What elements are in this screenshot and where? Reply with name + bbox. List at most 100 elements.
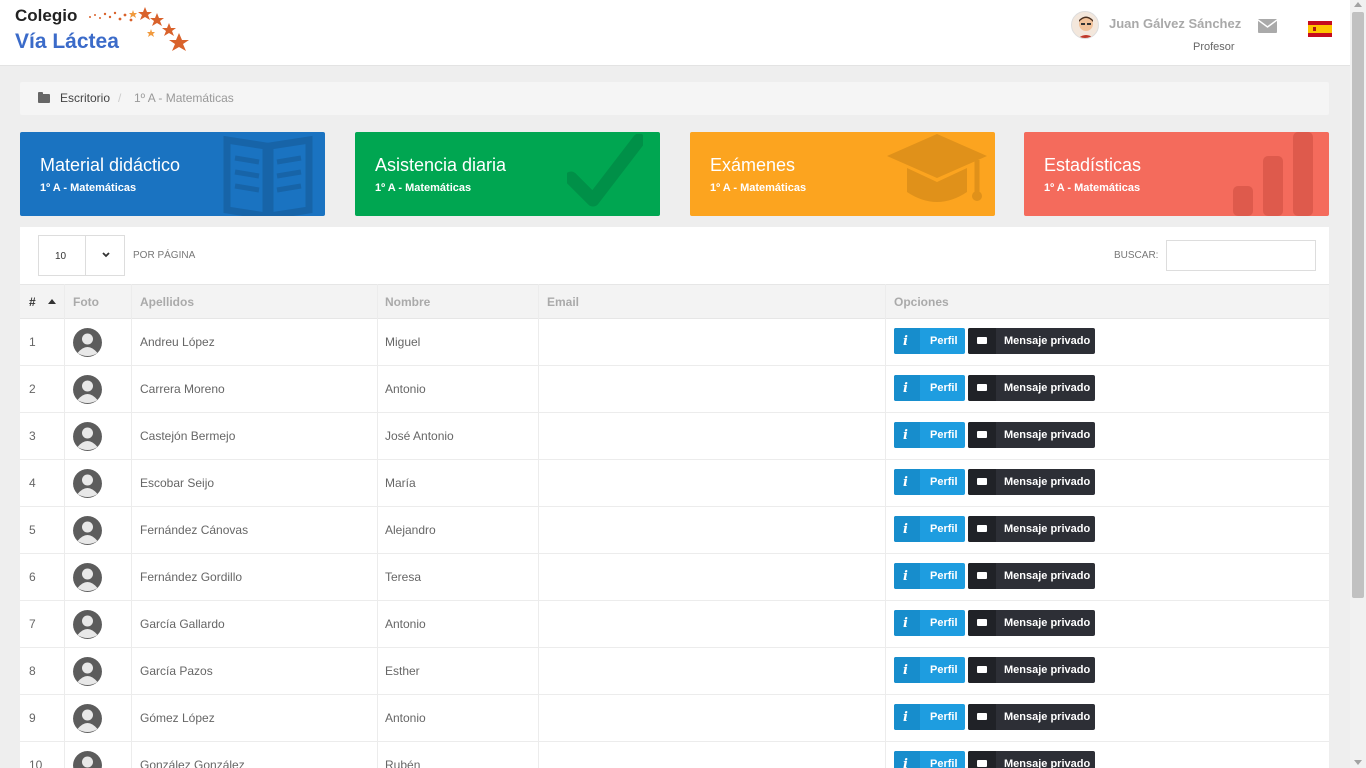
- student-apellidos: García Gallardo: [140, 617, 225, 631]
- column-header-apellidos[interactable]: Apellidos: [140, 285, 194, 318]
- table-row: 7 García Gallardo Antonio i Perfil Mensaje pr…: [20, 601, 1329, 648]
- user-name[interactable]: Juan Gálvez Sánchez: [1109, 16, 1241, 31]
- student-apellidos: Fernández Cánovas: [140, 523, 249, 537]
- profile-button[interactable]: i Perfil: [894, 422, 965, 448]
- row-number: 10: [29, 758, 43, 768]
- chevron-down-icon: [102, 252, 110, 258]
- profile-button-label: Perfil: [930, 758, 958, 768]
- envelope-icon: [968, 657, 996, 683]
- user-avatar[interactable]: [1071, 11, 1099, 39]
- row-number: 3: [29, 429, 36, 443]
- school-logo[interactable]: Colegio Vía Láctea: [15, 5, 195, 57]
- row-number: 4: [29, 476, 36, 490]
- student-apellidos: Gómez López: [140, 711, 215, 725]
- page-size-value: 10: [55, 251, 67, 262]
- private-message-label: Mensaje privado: [1004, 711, 1091, 723]
- scrollbar-thumb[interactable]: [1352, 12, 1364, 598]
- envelope-icon: [968, 704, 996, 730]
- student-nombre: Teresa: [385, 570, 422, 584]
- column-header-nombre[interactable]: Nombre: [385, 285, 430, 318]
- logo-line-1: Colegio: [15, 6, 78, 25]
- student-nombre: María: [385, 476, 416, 490]
- private-message-label: Mensaje privado: [1004, 429, 1091, 441]
- table-row: 9 Gómez López Antonio i Perfil Mensaje privad…: [20, 695, 1329, 742]
- breadcrumb-separator: /: [118, 91, 122, 105]
- page-scrollbar[interactable]: [1350, 0, 1366, 768]
- search-input[interactable]: [1166, 240, 1316, 271]
- student-avatar: [73, 375, 102, 404]
- private-message-button[interactable]: Mensaje privado: [968, 610, 1095, 636]
- stars-icon: [89, 7, 189, 51]
- info-icon: i: [894, 375, 920, 401]
- sort-up-icon[interactable]: [48, 299, 56, 304]
- profile-button[interactable]: i Perfil: [894, 516, 965, 542]
- student-avatar: [73, 610, 102, 639]
- scroll-down-arrow[interactable]: [1354, 760, 1362, 765]
- info-icon: i: [894, 469, 920, 495]
- student-avatar: [73, 328, 102, 357]
- profile-button[interactable]: i Perfil: [894, 328, 965, 354]
- table-row: 2 Carrera Moreno Antonio i Perfil Mensaje pri…: [20, 366, 1329, 413]
- profile-button[interactable]: i Perfil: [894, 657, 965, 683]
- envelope-icon: [968, 422, 996, 448]
- student-avatar: [73, 657, 102, 686]
- scroll-up-arrow[interactable]: [1354, 2, 1362, 7]
- column-header-opciones: Opciones: [894, 295, 949, 309]
- tile-title: Exámenes: [710, 155, 796, 175]
- row-number: 7: [29, 617, 36, 631]
- breadcrumb-current: 1º A - Matemáticas: [134, 91, 234, 105]
- envelope-icon: [968, 751, 996, 768]
- private-message-button[interactable]: Mensaje privado: [968, 375, 1095, 401]
- student-nombre: Alejandro: [385, 523, 436, 537]
- private-message-button[interactable]: Mensaje privado: [968, 751, 1095, 768]
- envelope-icon: [968, 375, 996, 401]
- private-message-button[interactable]: Mensaje privado: [968, 328, 1095, 354]
- row-number: 6: [29, 570, 36, 584]
- row-number: 1: [29, 335, 36, 349]
- profile-button[interactable]: i Perfil: [894, 469, 965, 495]
- student-avatar: [73, 516, 102, 545]
- column-header-email[interactable]: Email: [547, 285, 579, 318]
- envelope-icon: [968, 516, 996, 542]
- mail-icon[interactable]: [1258, 19, 1277, 33]
- column-header-foto[interactable]: Foto: [73, 285, 99, 318]
- private-message-button[interactable]: Mensaje privado: [968, 563, 1095, 589]
- tile-estadisticas[interactable]: Estadísticas 1º A - Matemáticas: [1024, 132, 1329, 216]
- profile-button[interactable]: i Perfil: [894, 563, 965, 589]
- row-number: 9: [29, 711, 36, 725]
- envelope-icon: [968, 328, 996, 354]
- book-icon: [223, 135, 313, 216]
- tile-title: Estadísticas: [1044, 155, 1142, 175]
- profile-button[interactable]: i Perfil: [894, 704, 965, 730]
- top-header: Colegio Vía Láctea Juan Gálvez Sánchez P…: [0, 0, 1350, 66]
- private-message-button[interactable]: Mensaje privado: [968, 516, 1095, 542]
- spanish-flag-icon[interactable]: [1308, 21, 1332, 37]
- check-icon: [567, 134, 643, 207]
- student-avatar: [73, 422, 102, 451]
- bar-chart-icon: [1233, 132, 1313, 216]
- page-size-select[interactable]: 10: [38, 235, 125, 276]
- column-header-number[interactable]: #: [29, 285, 36, 318]
- profile-button-label: Perfil: [930, 429, 958, 441]
- profile-button-label: Perfil: [930, 382, 958, 394]
- tile-examenes[interactable]: Exámenes 1º A - Matemáticas: [690, 132, 995, 216]
- breadcrumb-home-link[interactable]: Escritorio: [60, 91, 110, 105]
- profile-button[interactable]: i Perfil: [894, 610, 965, 636]
- private-message-button[interactable]: Mensaje privado: [968, 704, 1095, 730]
- info-icon: i: [894, 422, 920, 448]
- private-message-button[interactable]: Mensaje privado: [968, 469, 1095, 495]
- envelope-icon: [968, 563, 996, 589]
- tile-material-didactico[interactable]: Material didáctico 1º A - Matemáticas: [20, 132, 325, 216]
- tile-subtitle: 1º A - Matemáticas: [1044, 182, 1141, 194]
- student-avatar: [73, 469, 102, 498]
- info-icon: i: [894, 328, 920, 354]
- tile-asistencia-diaria[interactable]: Asistencia diaria 1º A - Matemáticas: [355, 132, 660, 216]
- private-message-button[interactable]: Mensaje privado: [968, 657, 1095, 683]
- profile-button[interactable]: i Perfil: [894, 751, 965, 768]
- student-apellidos: Escobar Seijo: [140, 476, 215, 490]
- profile-button[interactable]: i Perfil: [894, 375, 965, 401]
- info-icon: i: [894, 610, 920, 636]
- table-row: 10 González González Rubén i Perfil Mensaje p…: [20, 742, 1329, 768]
- private-message-button[interactable]: Mensaje privado: [968, 422, 1095, 448]
- tile-subtitle: 1º A - Matemáticas: [710, 182, 807, 194]
